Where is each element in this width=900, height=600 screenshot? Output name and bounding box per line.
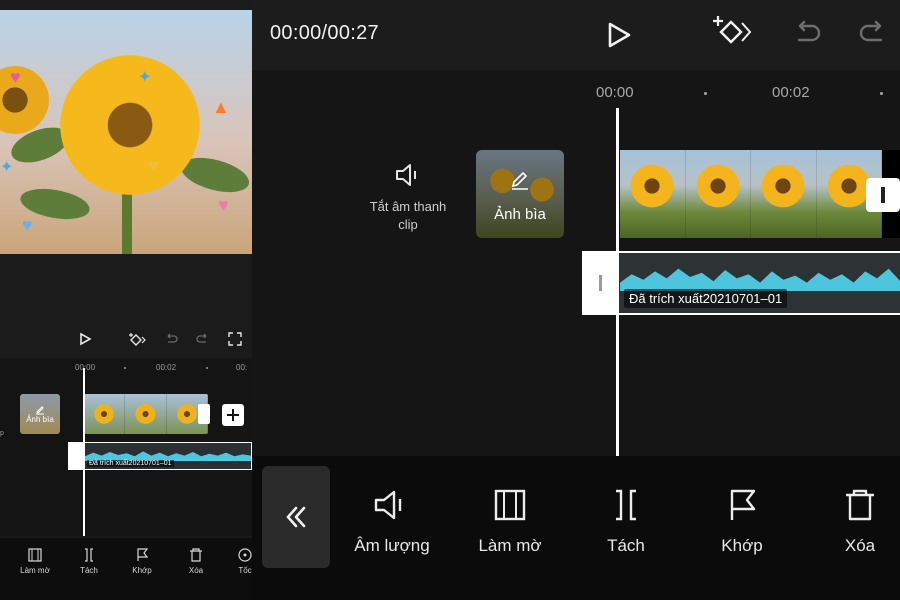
tool-match[interactable]: Khớp <box>692 488 792 556</box>
heart-sticker-icon: ♥ <box>22 215 33 235</box>
tool-blur[interactable]: Làm mờ <box>460 488 560 556</box>
mute-label-partial: p <box>0 430 4 437</box>
flag-icon <box>730 489 756 520</box>
speed-icon <box>238 548 252 562</box>
tool-match[interactable]: Khớp <box>117 548 167 575</box>
volume-icon <box>374 490 402 520</box>
delete-icon <box>190 548 202 562</box>
clip-trim-handle[interactable] <box>866 178 900 212</box>
double-chevron-left-icon <box>286 506 306 528</box>
left-toolbar: Làm mờ Tách Khớp Xóa Tốc <box>0 538 252 600</box>
undo-icon <box>797 20 821 42</box>
fire-sticker-icon: ▲ <box>212 97 230 117</box>
time-mark: 00:02 <box>772 84 810 101</box>
tool-label: Tách <box>80 566 98 575</box>
tool-label: Xóa <box>188 566 204 575</box>
fullscreen-button[interactable] <box>228 332 242 352</box>
tool-label: Khớp <box>132 566 152 575</box>
tool-label: Xóa <box>844 536 876 555</box>
edit-toolbar: Âm lượng Làm mờ Tách Khớp Xóa <box>252 456 900 600</box>
butterfly-sticker-icon: ✦ <box>0 159 14 176</box>
left-editor-view: ♥ ♥ ♥ ♥ ✦ ✦ ▲ 00:00 00:02 00: p Ảnh bìa … <box>0 0 252 600</box>
audio-clip[interactable]: Đã trích xuất20210701–01 <box>68 442 252 470</box>
delete-icon <box>846 489 874 521</box>
tool-split[interactable]: Tách <box>576 488 676 556</box>
video-clip[interactable] <box>620 150 882 238</box>
redo-icon <box>859 20 883 42</box>
clip-trim-handle[interactable] <box>198 404 210 424</box>
redo-button[interactable] <box>858 20 888 53</box>
redo-button[interactable] <box>196 332 210 352</box>
time-mark: 00: <box>236 363 248 372</box>
butterfly-sticker-icon: ✦ <box>138 69 152 86</box>
speaker-icon <box>396 164 416 186</box>
blur-icon <box>494 489 526 521</box>
keyframe-button[interactable] <box>710 14 754 57</box>
audio-trim-handle[interactable] <box>69 443 83 469</box>
tool-speed[interactable]: Tốc <box>220 548 252 575</box>
add-clip-button[interactable] <box>222 404 244 431</box>
tool-label: Âm lượng <box>354 536 430 555</box>
timeline[interactable]: 00:00 00:02 Tắt âm thanh clip Ảnh bìa Đã… <box>252 70 900 456</box>
audio-clip[interactable]: Đã trích xuất20210701–01 <box>582 251 900 315</box>
audio-waveform <box>620 268 900 291</box>
time-mark: 00:00 <box>75 363 96 372</box>
keyframe-button[interactable] <box>128 332 148 352</box>
tool-delete[interactable]: Xóa <box>810 488 900 556</box>
editor-screenshot: ♥ ♥ ♥ ♥ ✦ ✦ ▲ 00:00 00:02 00: p Ảnh bìa … <box>0 0 900 600</box>
player-controls: 00:00/00:27 <box>252 0 900 70</box>
audio-trim-handle[interactable] <box>584 253 618 313</box>
heart-sticker-icon: ♥ <box>10 67 21 87</box>
tool-label: Tách <box>607 536 645 555</box>
undo-button[interactable] <box>792 20 822 53</box>
play-button[interactable] <box>78 332 92 352</box>
audio-clip-label: Đã trích xuất20210701–01 <box>624 289 788 308</box>
mute-clip-audio-button[interactable]: Tắt âm thanh clip <box>368 162 448 234</box>
audio-clip-label: Đã trích xuất20210701–01 <box>87 460 174 467</box>
back-button[interactable] <box>262 466 330 568</box>
playhead[interactable] <box>83 368 85 536</box>
playhead[interactable] <box>616 108 619 456</box>
play-button[interactable] <box>604 20 634 55</box>
split-icon <box>616 489 636 521</box>
timecode: 00:00/00:27 <box>270 22 379 44</box>
cover-thumbnail[interactable]: Ảnh bìa <box>20 394 60 434</box>
blur-icon <box>28 548 42 562</box>
heart-sticker-icon: ♥ <box>148 155 159 175</box>
tool-label: Làm mờ <box>20 566 50 575</box>
edit-icon <box>36 405 44 414</box>
undo-button[interactable] <box>164 332 178 352</box>
right-editor-view: 00:00/00:27 00:00 00:02 Tắt âm thanh cli… <box>252 0 900 600</box>
cover-label: Ảnh bìa <box>26 414 54 424</box>
edit-icon <box>511 171 528 190</box>
tool-blur[interactable]: Làm mờ <box>10 548 60 575</box>
tool-volume[interactable]: Âm lượng <box>342 488 442 556</box>
cover-label: Ảnh bìa <box>494 206 546 223</box>
video-clip[interactable] <box>84 394 208 434</box>
tool-label: Làm mờ <box>478 536 542 555</box>
time-mark: 00:00 <box>596 84 634 101</box>
video-preview: ♥ ♥ ♥ ♥ ✦ ✦ ▲ <box>0 10 252 254</box>
cover-thumbnail[interactable]: Ảnh bìa <box>476 150 564 238</box>
left-timeline[interactable]: 00:00 00:02 00: p Ảnh bìa Đã trích xuất2… <box>0 358 252 536</box>
play-icon <box>608 22 631 48</box>
mute-label: Tắt âm thanh clip <box>369 199 447 232</box>
split-icon <box>85 548 93 562</box>
heart-sticker-icon: ♥ <box>218 195 229 215</box>
tool-delete[interactable]: Xóa <box>171 548 221 575</box>
tool-label: Khớp <box>721 536 763 555</box>
tool-split[interactable]: Tách <box>64 548 114 575</box>
tool-label: Tốc <box>238 566 252 575</box>
keyframe-icon <box>713 16 752 44</box>
flag-icon <box>137 548 149 561</box>
time-mark: 00:02 <box>156 363 177 372</box>
